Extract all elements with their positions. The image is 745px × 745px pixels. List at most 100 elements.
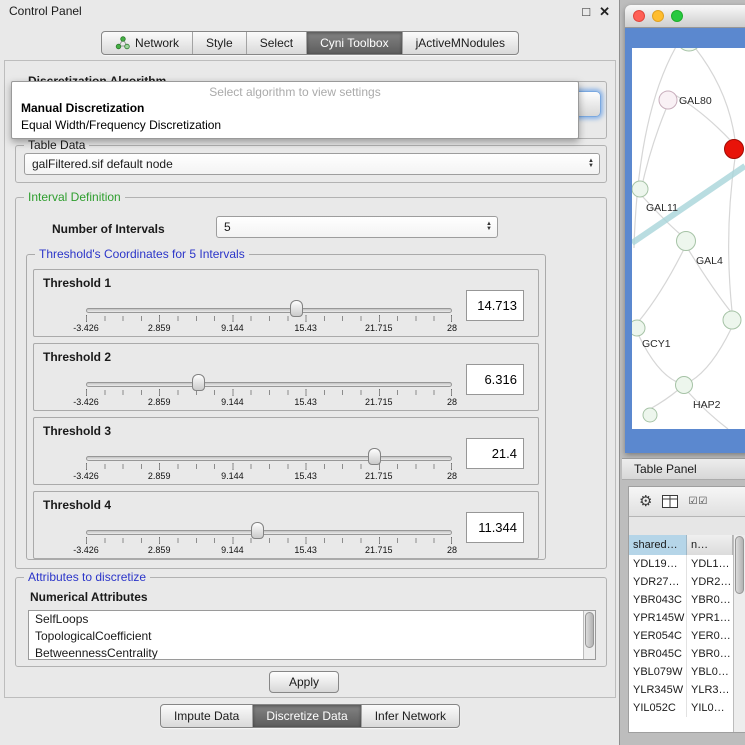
threshold-4-label: Threshold 4 [43, 498, 111, 512]
number-of-intervals-combobox[interactable]: 5 ▲▼ [216, 216, 498, 238]
table-row[interactable]: YPR145W YPR1… [629, 609, 733, 627]
slider-thumb[interactable] [192, 374, 205, 391]
number-of-intervals-value: 5 [224, 220, 231, 234]
bottom-tabgroup: Impute Data Discretize Data Infer Networ… [160, 704, 460, 728]
tab-impute-data[interactable]: Impute Data [161, 705, 253, 727]
tick-label: 2.859 [148, 545, 171, 555]
columns-icon[interactable] [662, 495, 678, 508]
scrollbar-thumb[interactable] [585, 612, 594, 648]
table-cell[interactable]: YDR2… [687, 573, 733, 591]
network-node-gal80[interactable] [659, 91, 677, 109]
slider-track[interactable] [86, 456, 452, 461]
column-header-shared-name[interactable]: shared… [629, 535, 687, 555]
attributes-list-scrollbar[interactable] [583, 611, 595, 659]
dropdown-option-equal-width[interactable]: Equal Width/Frequency Discretization [12, 116, 578, 133]
table-row[interactable]: YDR27… YDR2… [629, 573, 733, 591]
threshold-2-slider[interactable]: -3.426 2.859 9.144 15.43 21.715 28 [86, 374, 452, 408]
network-icon [115, 36, 130, 50]
dropdown-hint: Select algorithm to view settings [12, 82, 578, 99]
apply-button[interactable]: Apply [269, 671, 339, 693]
threshold-3-value-field[interactable] [466, 438, 524, 469]
table-cell[interactable]: YPR145W [629, 609, 687, 627]
table-row[interactable]: YBR045C YBR0… [629, 645, 733, 663]
tab-network[interactable]: Network [102, 32, 193, 54]
float-window-icon[interactable]: □ [582, 5, 590, 18]
interval-definition-groupbox: Interval Definition Number of Intervals … [15, 197, 607, 569]
tab-style[interactable]: Style [193, 32, 247, 54]
network-node[interactable] [643, 408, 657, 422]
tab-jactivemnodules[interactable]: jActiveMNodules [403, 32, 518, 54]
network-node-selected-red[interactable] [725, 140, 744, 159]
slider-track[interactable] [86, 308, 452, 313]
threshold-2-value-field[interactable] [466, 364, 524, 395]
table-cell[interactable]: YBR043C [629, 591, 687, 609]
slider-minor-ticks [86, 538, 452, 543]
table-panel-toolbar: ⚙ ☑☑ [629, 487, 745, 517]
dropdown-option-manual[interactable]: Manual Discretization [12, 99, 578, 116]
table-panel-window: ⚙ ☑☑ shared… n… YDL19… YDL1… YDR27… [628, 486, 745, 733]
select-columns-checkboxes-icon[interactable]: ☑☑ [688, 496, 708, 507]
tab-discretize-data[interactable]: Discretize Data [253, 705, 361, 727]
table-row[interactable]: YBR043C YBR0… [629, 591, 733, 609]
table-cell[interactable]: YDR27… [629, 573, 687, 591]
list-item[interactable]: TopologicalCoefficient [29, 628, 595, 645]
network-node-gal4[interactable] [677, 232, 696, 251]
slider-thumb[interactable] [251, 522, 264, 539]
close-traffic-light[interactable] [633, 10, 645, 22]
table-cell[interactable]: YIL052C [629, 699, 687, 717]
network-node-gcy1[interactable] [632, 320, 645, 336]
table-data-group-title: Table Data [24, 138, 89, 152]
table-row[interactable]: YDL19… YDL1… [629, 555, 733, 573]
gear-icon[interactable]: ⚙ [639, 494, 652, 509]
table-row[interactable]: YIL052C YIL0… [629, 699, 733, 717]
tab-infer-network[interactable]: Infer Network [362, 705, 459, 727]
list-item[interactable]: BetweennessCentrality [29, 645, 595, 660]
table-header-row: shared… n… [629, 535, 733, 555]
table-cell[interactable]: YIL0… [687, 699, 733, 717]
network-graph-svg[interactable]: GAL80 GAL11 GAL4 GCY1 HAP2 [632, 48, 745, 429]
slider-thumb[interactable] [368, 448, 381, 465]
table-cell[interactable]: YLR3… [687, 681, 733, 699]
table-cell[interactable]: YDL19… [629, 555, 687, 573]
table-cell[interactable]: YER0… [687, 627, 733, 645]
threshold-1-value-field[interactable] [466, 290, 524, 321]
network-node-hap2[interactable] [676, 377, 693, 394]
table-cell[interactable]: YPR1… [687, 609, 733, 627]
threshold-4-slider[interactable]: -3.426 2.859 9.144 15.43 21.715 28 [86, 522, 452, 556]
table-cell[interactable]: YDL1… [687, 555, 733, 573]
table-cell[interactable]: YER054C [629, 627, 687, 645]
table-cell[interactable]: YBR0… [687, 591, 733, 609]
table-row[interactable]: YBL079W YBL0… [629, 663, 733, 681]
threshold-1-slider[interactable]: -3.426 2.859 9.144 15.43 21.715 28 [86, 300, 452, 334]
list-item[interactable]: SelfLoops [29, 611, 595, 628]
threshold-4-value-field[interactable] [466, 512, 524, 543]
slider-track[interactable] [86, 382, 452, 387]
slider-thumb[interactable] [290, 300, 303, 317]
table-data-combobox[interactable]: galFiltered.sif default node ▲▼ [24, 153, 600, 175]
table-row[interactable]: YLR345W YLR3… [629, 681, 733, 699]
tab-cyni-toolbox[interactable]: Cyni Toolbox [307, 32, 402, 54]
table-cell[interactable]: YBL079W [629, 663, 687, 681]
minimize-traffic-light[interactable] [652, 10, 664, 22]
slider-track[interactable] [86, 530, 452, 535]
column-header-name[interactable]: n… [687, 535, 733, 555]
zoom-traffic-light[interactable] [671, 10, 683, 22]
tab-select[interactable]: Select [247, 32, 307, 54]
control-panel-title: Control Panel [9, 4, 82, 18]
interval-definition-title: Interval Definition [24, 190, 125, 204]
network-node-gal11[interactable] [632, 181, 648, 197]
node-label-gal4: GAL4 [696, 255, 723, 267]
close-window-icon[interactable]: ✕ [599, 5, 610, 18]
tick-label: 9.144 [221, 323, 244, 333]
network-canvas[interactable]: GAL80 GAL11 GAL4 GCY1 HAP2 [632, 48, 745, 429]
table-cell[interactable]: YBR045C [629, 645, 687, 663]
table-cell[interactable]: YLR345W [629, 681, 687, 699]
network-node[interactable] [723, 311, 741, 329]
table-row[interactable]: YER054C YER0… [629, 627, 733, 645]
table-cell[interactable]: YBR0… [687, 645, 733, 663]
scrollbar-thumb[interactable] [735, 536, 744, 594]
table-cell[interactable]: YBL0… [687, 663, 733, 681]
bottom-tabbar: Impute Data Discretize Data Infer Networ… [0, 704, 620, 728]
threshold-3-slider[interactable]: -3.426 2.859 9.144 15.43 21.715 28 [86, 448, 452, 482]
table-scrollbar[interactable] [733, 535, 745, 732]
